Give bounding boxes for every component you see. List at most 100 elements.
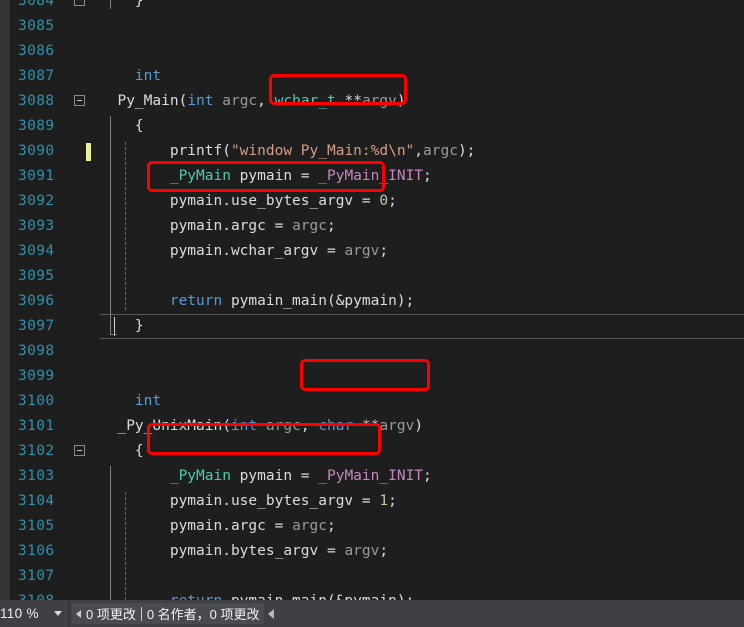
line-number: 3095 — [18, 268, 55, 284]
token-plain: ; — [326, 218, 336, 234]
code-line[interactable]: 3091 _PyMain pymain = _PyMain_INIT; — [0, 164, 744, 189]
line-number: 3102 — [18, 443, 55, 459]
code-line-text: _Py_UnixMain(int argc, char **argv) — [100, 414, 423, 439]
code-line[interactable]: 3090 printf("window Py_Main:%d\n",argc); — [0, 139, 744, 164]
code-line[interactable]: 3102 { — [0, 439, 744, 464]
zoom-level-value: 110 % — [0, 606, 39, 621]
scope-guide — [110, 466, 111, 600]
token-plain: } — [100, 0, 144, 9]
line-number: 3090 — [18, 143, 55, 159]
token-plain: Py_Main( — [100, 93, 188, 109]
zoom-level-dropdown[interactable]: 110 % — [0, 600, 68, 627]
code-line-text: pymain.argc = argc; — [100, 214, 336, 239]
line-number: 3091 — [18, 168, 55, 184]
token-plain: _Py_UnixMain( — [100, 418, 231, 434]
token-plain: pymain = — [230, 468, 319, 484]
line-number: 3094 — [18, 243, 55, 259]
line-number: 3084 — [18, 0, 55, 9]
code-line-text: int — [100, 64, 161, 89]
code-line[interactable]: 3086 — [0, 39, 744, 64]
code-line[interactable]: 3107 — [0, 564, 744, 589]
code-lines-container: 3084 } 3085 3086 3087 int 3088 Py_Main(int a… — [0, 0, 744, 600]
token-plain: ; — [423, 168, 432, 184]
visual-studio-editor-window: 3084 } 3085 3086 3087 int 3088 Py_Main(int a… — [0, 0, 744, 627]
code-line-text: int — [100, 389, 161, 414]
token-kw: int — [187, 93, 214, 109]
code-line[interactable]: 3088 Py_Main(int argc, wchar_t **argv) — [0, 89, 744, 114]
chevron-down-icon — [54, 611, 62, 616]
code-line[interactable]: 3103 _PyMain pymain = _PyMain_INIT; — [0, 464, 744, 489]
token-param: argv — [379, 418, 415, 434]
token-type: _PyMain — [100, 168, 231, 184]
line-number: 3098 — [18, 343, 55, 359]
token-plain: , — [257, 93, 275, 109]
fold-marker-3084[interactable] — [74, 0, 85, 6]
code-line[interactable]: 3106 pymain.bytes_argv = argv; — [0, 539, 744, 564]
status-bar-divider — [68, 600, 69, 627]
code-line-text: { — [100, 439, 144, 464]
code-line[interactable]: 3100 int — [0, 389, 744, 414]
scope-guide-foot — [110, 334, 117, 335]
token-str: "window Py_Main:%d\n" — [230, 143, 415, 159]
token-plain: pymain = — [230, 168, 319, 184]
code-line[interactable]: 3098 — [0, 339, 744, 364]
token-plain: ; — [388, 193, 397, 209]
token-plain: pymain.use_bytes_argv = — [100, 493, 380, 509]
token-plain: pymain_main(&pymain); — [222, 293, 415, 309]
token-plain: pymain.wchar_argv = — [100, 243, 345, 259]
token-num: 1 — [379, 493, 389, 509]
token-plain: } — [100, 318, 144, 334]
token-type: wchar_t — [274, 93, 336, 109]
code-line[interactable]: 3084 } — [0, 0, 744, 14]
line-number: 3100 — [18, 393, 55, 409]
code-line[interactable]: 3093 pymain.argc = argc; — [0, 214, 744, 239]
code-line[interactable]: 3094 pymain.wchar_argv = argv; — [0, 239, 744, 264]
token-plain: ; — [423, 468, 432, 484]
token-plain: ; — [379, 243, 389, 259]
token-param: argc — [292, 218, 327, 234]
token-kw: int — [100, 68, 162, 84]
fold-marker-py-main[interactable] — [74, 95, 85, 106]
token-macro: _PyMain_INIT — [318, 468, 424, 484]
code-line[interactable]: 3097 } — [0, 314, 744, 339]
line-number: 3088 — [18, 93, 55, 109]
token-kw: return — [100, 293, 223, 309]
code-line[interactable]: 3092 pymain.use_bytes_argv = 0; — [0, 189, 744, 214]
authors-count-label: 0 名作者，0 项更改 — [146, 607, 260, 622]
line-number: 3085 — [18, 18, 55, 34]
token-kw: int — [100, 393, 162, 409]
token-plain: ; — [379, 543, 389, 559]
code-line[interactable]: 3089 { — [0, 114, 744, 139]
code-line[interactable]: 3108 return pymain_main(&pymain); — [0, 589, 744, 600]
token-plain: pymain.use_bytes_argv = — [100, 193, 380, 209]
line-number: 3105 — [18, 518, 55, 534]
unsaved-change-marker — [86, 143, 91, 161]
code-line-text: pymain.wchar_argv = argv; — [100, 239, 388, 264]
line-number: 3089 — [18, 118, 55, 134]
token-macro: _PyMain_INIT — [318, 168, 424, 184]
code-line[interactable]: 3099 — [0, 364, 744, 389]
line-number: 3096 — [18, 293, 55, 309]
code-line[interactable]: 3095 — [0, 264, 744, 289]
line-number: 3086 — [18, 43, 55, 59]
line-number: 3104 — [18, 493, 55, 509]
token-plain: ** — [335, 93, 362, 109]
code-line[interactable]: 3101 _Py_UnixMain(int argc, char **argv) — [0, 414, 744, 439]
code-line[interactable]: 3085 — [0, 14, 744, 39]
token-param: argv — [361, 93, 397, 109]
token-plain: pymain.argc = — [100, 518, 293, 534]
code-line[interactable]: 3087 int — [0, 64, 744, 89]
code-line[interactable]: 3096 return pymain_main(&pymain); — [0, 289, 744, 314]
chevron-left-icon — [76, 609, 81, 618]
code-line-text: return pymain_main(&pymain); — [100, 589, 414, 600]
code-line[interactable]: 3105 pymain.argc = argc; — [0, 514, 744, 539]
code-line[interactable]: 3104 pymain.use_bytes_argv = 1; — [0, 489, 744, 514]
token-plain: { — [100, 443, 144, 459]
token-plain: pymain_main(&pymain); — [222, 593, 414, 600]
codelens-changes-section[interactable]: 0 项更改 0 名作者，0 项更改 — [72, 603, 264, 624]
fold-marker-py-unixmain[interactable] — [74, 445, 85, 456]
code-editor-pane[interactable]: 3084 } 3085 3086 3087 int 3088 Py_Main(int a… — [0, 0, 744, 600]
changes-count-label: 0 项更改 — [86, 607, 136, 622]
token-param: argc — [257, 418, 301, 434]
token-kw: return — [100, 593, 222, 600]
